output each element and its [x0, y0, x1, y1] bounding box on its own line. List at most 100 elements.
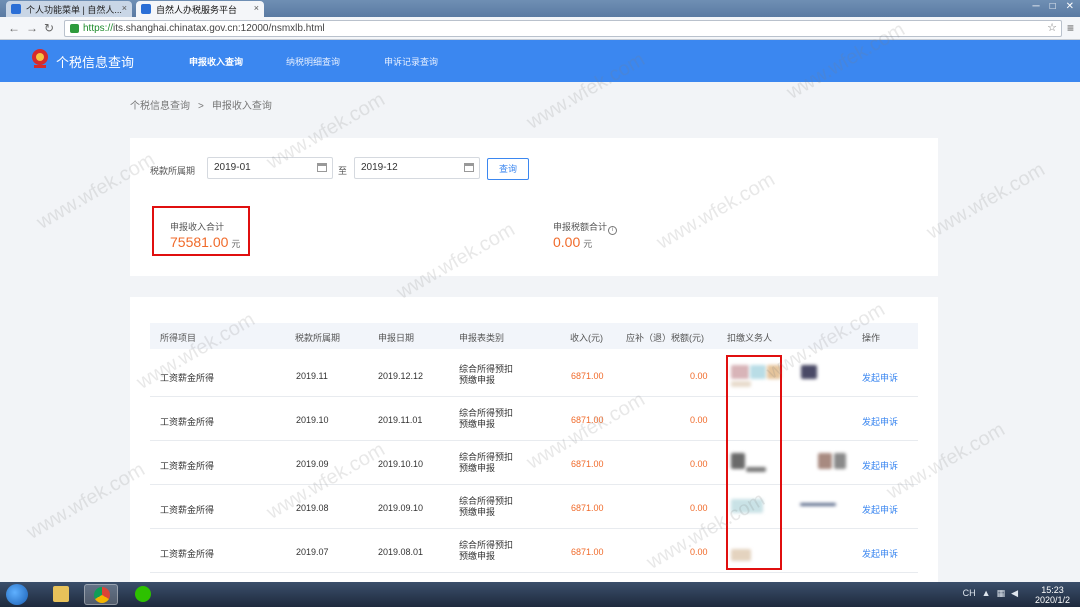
browser-tab-tax-platform[interactable]: 自然人办税服务平台 × [136, 1, 264, 17]
cell-form-type: 综合所得预扣预缴申报 [459, 364, 514, 385]
cell-item: 工资薪金所得 [160, 461, 215, 471]
minimize-icon[interactable]: ─ [1032, 1, 1039, 12]
start-button-icon[interactable] [6, 584, 28, 605]
cell-date: 2019.12.12 [378, 371, 424, 381]
cell-tax: 0.00 [690, 503, 708, 513]
maximize-icon[interactable]: □ [1050, 1, 1056, 12]
taskbar-chrome[interactable] [84, 584, 118, 605]
to-label: 至 [338, 166, 348, 176]
back-icon[interactable]: ← [8, 21, 20, 35]
browser-menu-icon[interactable]: ≡ [1067, 21, 1074, 35]
table-row: 工资薪金所得 2019.10 2019.11.01 综合所得预扣预缴申报 687… [150, 397, 918, 441]
cell-tax: 0.00 [690, 371, 708, 381]
file-complaint-link[interactable]: 发起申诉 [862, 503, 898, 516]
breadcrumb-current: 申报收入查询 [211, 101, 272, 112]
income-total-amount: 75581.00 [170, 234, 229, 250]
cell-tax: 0.00 [690, 459, 708, 469]
taskbar-wechat[interactable] [126, 584, 160, 605]
cell-period: 2019.09 [296, 459, 329, 469]
tax-total-label-text: 申报税额合计 [553, 222, 608, 232]
cell-income: 6871.00 [571, 415, 604, 425]
income-unit: 元 [231, 239, 241, 249]
query-panel: 税款所属期 2019-01 至 2019-12 查询 申报收入合计 75581.… [130, 138, 938, 276]
close-window-icon[interactable]: ✕ [1066, 1, 1074, 12]
system-tray: CH ▲ ▦ ◀ [963, 588, 1018, 599]
cell-period: 2019.08 [296, 503, 329, 513]
clock-date: 2020/1/2 [1034, 595, 1070, 605]
cell-period: 2019.10 [296, 415, 329, 425]
close-tab-icon[interactable]: × [122, 3, 127, 13]
file-complaint-link[interactable]: 发起申诉 [862, 547, 898, 560]
info-icon[interactable]: i [608, 226, 618, 235]
cell-date: 2019.11.01 [378, 415, 423, 425]
period-end-input[interactable]: 2019-12 [354, 157, 480, 179]
browser-tab-menu[interactable]: 个人功能菜单 | 自然人... × [6, 1, 132, 17]
breadcrumb-separator: > [198, 101, 204, 112]
breadcrumb-parent[interactable]: 个税信息查询 [130, 101, 190, 112]
bookmark-star-icon[interactable]: ☆ [1047, 21, 1057, 36]
action-column-highlight [726, 355, 782, 570]
tax-unit: 元 [583, 239, 593, 249]
nav-tax-detail-query[interactable]: 纳税明细查询 [286, 55, 340, 68]
file-complaint-link[interactable]: 发起申诉 [862, 415, 898, 428]
cell-date: 2019.08.01 [378, 547, 424, 557]
nav-complaint-record-query[interactable]: 申诉记录查询 [384, 55, 438, 68]
cell-form-type: 综合所得预扣预缴申报 [459, 408, 514, 429]
browser-tab-strip: 个人功能菜单 | 自然人... × 自然人办税服务平台 × ─ □ ✕ [0, 0, 1080, 17]
col-tax-due: 应补（退）税额(元) [626, 333, 704, 343]
cell-income: 6871.00 [571, 503, 604, 513]
wechat-icon [135, 586, 151, 602]
address-bar: ← → ↻ https://its.shanghai.chinatax.gov.… [0, 17, 1080, 40]
close-tab-icon[interactable]: × [254, 3, 259, 13]
cell-form-type: 综合所得预扣预缴申报 [459, 496, 514, 517]
table-header: 所得项目 税款所属期 申报日期 申报表类别 收入(元) 应补（退）税额(元) 扣… [150, 323, 918, 349]
url-path: its.shanghai.chinatax.gov.cn:12000/nsmxl… [113, 23, 325, 34]
reload-icon[interactable]: ↻ [44, 21, 54, 35]
cell-form-type: 综合所得预扣预缴申报 [459, 540, 514, 561]
tax-period-label: 税款所属期 [150, 166, 196, 176]
input-language-indicator[interactable]: CH [963, 588, 976, 599]
col-declare-date: 申报日期 [378, 333, 415, 343]
cell-income: 6871.00 [571, 547, 604, 557]
calendar-icon[interactable] [317, 163, 327, 172]
windows-taskbar: CH ▲ ▦ ◀ 15:23 2020/1/2 [0, 582, 1080, 607]
window-controls: ─ □ ✕ [1032, 1, 1074, 12]
network-icon[interactable]: ▦ [997, 588, 1006, 599]
col-action: 操作 [862, 333, 881, 343]
file-complaint-link[interactable]: 发起申诉 [862, 371, 898, 384]
col-withholding-agent: 扣缴义务人 [727, 333, 773, 343]
volume-icon[interactable]: ◀ [1011, 588, 1018, 599]
cell-item: 工资薪金所得 [160, 373, 215, 383]
tab-label: 个人功能菜单 | 自然人... [26, 5, 122, 15]
forward-icon[interactable]: → [26, 21, 38, 35]
tax-emblem-icon [32, 49, 48, 68]
cell-item: 工资薪金所得 [160, 505, 215, 515]
cell-item: 工资薪金所得 [160, 549, 215, 559]
cell-form-type: 综合所得预扣预缴申报 [459, 452, 514, 473]
chrome-icon [94, 587, 110, 603]
calendar-icon[interactable] [464, 163, 474, 172]
cell-income: 6871.00 [571, 371, 604, 381]
cell-income: 6871.00 [571, 459, 604, 469]
period-start-input[interactable]: 2019-01 [207, 157, 333, 179]
file-complaint-link[interactable]: 发起申诉 [862, 459, 898, 472]
breadcrumb: 个税信息查询 > 申报收入查询 [130, 97, 272, 112]
period-end-value: 2019-12 [361, 162, 398, 173]
query-button[interactable]: 查询 [487, 158, 529, 180]
taskbar-file-explorer[interactable] [44, 584, 78, 605]
notification-icon[interactable]: ▲ [982, 588, 991, 599]
table-row: 工资薪金所得 2019.08 2019.09.10 综合所得预扣预缴申报 687… [150, 485, 918, 529]
app-title: 个税信息查询 [56, 55, 135, 70]
cell-period: 2019.07 [296, 547, 329, 557]
lock-icon [70, 24, 79, 33]
url-scheme: https:// [83, 23, 114, 34]
table-row: 工资薪金所得 2019.11 2019.12.12 综合所得预扣预缴申报 687… [150, 353, 918, 397]
table-row: 工资薪金所得 2019.07 2019.08.01 综合所得预扣预缴申报 687… [150, 529, 918, 573]
redacted-block [818, 453, 832, 469]
clock[interactable]: 15:23 2020/1/2 [1035, 585, 1070, 605]
tax-total-amount: 0.00 [553, 234, 581, 250]
nav-income-query[interactable]: 申报收入查询 [189, 55, 243, 68]
cell-date: 2019.09.10 [378, 503, 424, 513]
url-input[interactable]: https://its.shanghai.chinatax.gov.cn:120… [64, 20, 1062, 37]
tax-total-label: 申报税额合计 i [553, 220, 618, 235]
